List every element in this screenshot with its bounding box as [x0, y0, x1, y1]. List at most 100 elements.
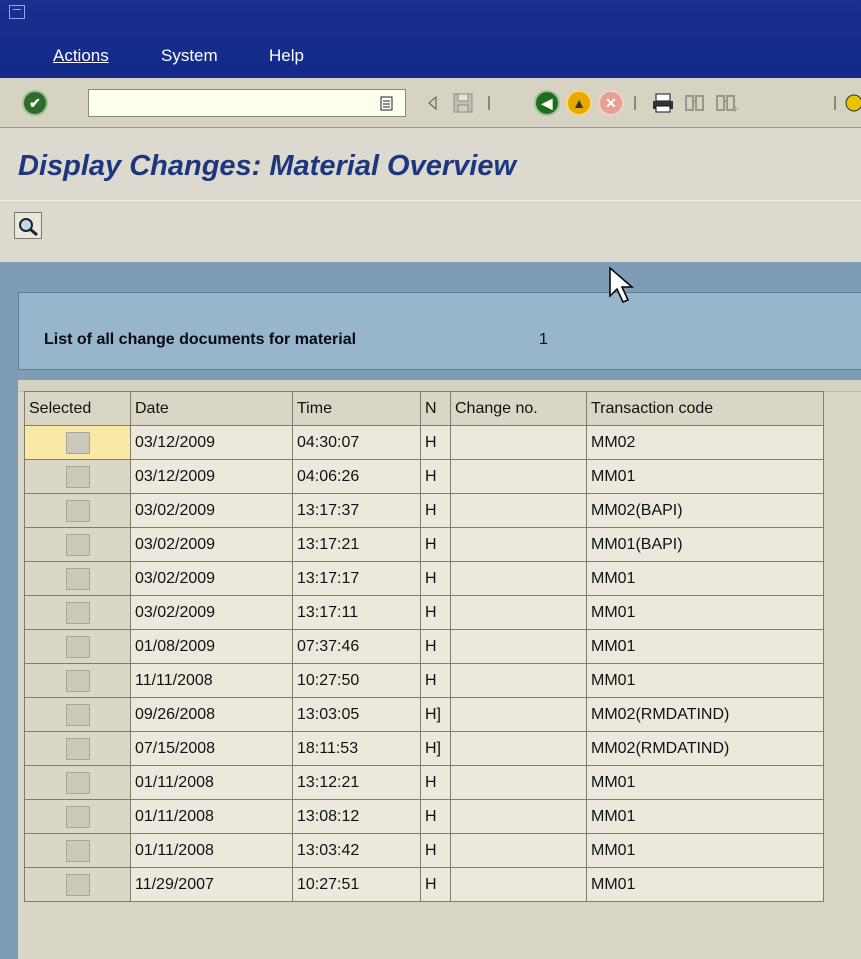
row-select-checkbox[interactable] [65, 635, 90, 658]
row-select-cell[interactable] [24, 867, 131, 902]
row-select-cell[interactable] [24, 663, 131, 698]
cell-time: 10:27:51 [292, 867, 421, 902]
col-header-label: Selected [29, 399, 92, 417]
row-select-checkbox[interactable] [65, 737, 90, 760]
col-header-label: Date [135, 399, 169, 417]
table-row[interactable]: 01/11/2008 13:12:21 H MM01 [24, 765, 824, 800]
cell-change-no [450, 765, 587, 800]
cell-time: 13:03:05 [292, 697, 421, 732]
cell-n: H [420, 493, 451, 528]
row-select-cell[interactable] [24, 731, 131, 766]
col-header-transaction-code[interactable]: Transaction code [586, 391, 824, 426]
cell-transaction-code: MM01 [586, 459, 824, 494]
toolbar-separator [834, 96, 836, 110]
menu-system[interactable]: System [161, 46, 218, 66]
display-button[interactable] [14, 212, 42, 239]
table-row[interactable]: 03/02/2009 13:17:37 H MM02(BAPI) [24, 493, 824, 528]
col-header-date[interactable]: Date [130, 391, 293, 426]
row-select-checkbox[interactable] [65, 805, 90, 828]
cell-time: 13:17:21 [292, 527, 421, 562]
table-row[interactable]: 03/02/2009 13:17:11 H MM01 [24, 595, 824, 630]
row-select-checkbox[interactable] [65, 669, 90, 692]
command-field[interactable] [88, 89, 406, 117]
row-select-cell[interactable] [24, 425, 131, 460]
table-row[interactable]: 03/12/2009 04:30:07 H MM02 [24, 425, 824, 460]
cell-n: H [420, 799, 451, 834]
table-row[interactable]: 11/11/2008 10:27:50 H MM01 [24, 663, 824, 698]
row-select-cell[interactable] [24, 459, 131, 494]
list-icon [380, 96, 393, 111]
row-select-checkbox[interactable] [65, 431, 90, 454]
row-select-checkbox[interactable] [65, 465, 90, 488]
first-page-button[interactable] [844, 88, 861, 118]
cell-transaction-code: MM01 [586, 629, 824, 664]
table-row[interactable]: 03/12/2009 04:06:26 H MM01 [24, 459, 824, 494]
row-select-cell[interactable] [24, 799, 131, 834]
cell-time: 13:03:42 [292, 833, 421, 868]
collapse-button[interactable] [418, 88, 448, 118]
cell-transaction-code: MM01 [586, 867, 824, 902]
row-select-checkbox[interactable] [65, 499, 90, 522]
table-row[interactable]: 03/02/2009 13:17:17 H MM01 [24, 561, 824, 596]
find-next-button[interactable]: + [712, 88, 742, 118]
table-row[interactable]: 09/26/2008 13:03:05 H] MM02(RMDATIND) [24, 697, 824, 732]
row-select-checkbox[interactable] [65, 873, 90, 896]
sap-gui-icon[interactable] [9, 5, 25, 19]
save-button[interactable] [448, 88, 478, 118]
svg-text:+: + [731, 104, 739, 113]
table-row[interactable]: 01/11/2008 13:03:42 H MM01 [24, 833, 824, 868]
menu-actions-label: Actions [53, 46, 109, 65]
menu-actions[interactable]: Actions [53, 46, 109, 66]
row-select-checkbox[interactable] [65, 839, 90, 862]
print-icon [653, 93, 673, 113]
cell-n: H [420, 663, 451, 698]
find-button[interactable] [680, 88, 710, 118]
exit-icon: ▲ [566, 90, 592, 116]
back-button[interactable]: ◀ [532, 88, 562, 118]
table-row[interactable]: 07/15/2008 18:11:53 H] MM02(RMDATIND) [24, 731, 824, 766]
row-select-checkbox[interactable] [65, 567, 90, 590]
row-select-cell[interactable] [24, 493, 131, 528]
row-select-checkbox[interactable] [65, 771, 90, 794]
cell-change-no [450, 867, 587, 902]
col-header-n[interactable]: N [420, 391, 451, 426]
row-select-cell[interactable] [24, 527, 131, 562]
row-select-cell[interactable] [24, 561, 131, 596]
table-row[interactable]: 11/29/2007 10:27:51 H MM01 [24, 867, 824, 902]
row-select-cell[interactable] [24, 629, 131, 664]
cancel-button[interactable]: ✕ [596, 88, 626, 118]
back-icon: ◀ [534, 90, 560, 116]
cell-change-no [450, 629, 587, 664]
cell-transaction-code: MM02 [586, 425, 824, 460]
col-header-selected[interactable]: Selected [24, 391, 131, 426]
command-history-button[interactable] [372, 89, 402, 119]
exit-button[interactable]: ▲ [564, 88, 594, 118]
print-button[interactable] [648, 88, 678, 118]
cell-time: 13:08:12 [292, 799, 421, 834]
row-select-checkbox[interactable] [65, 703, 90, 726]
table-row[interactable]: 03/02/2009 13:17:21 H MM01(BAPI) [24, 527, 824, 562]
menu-help[interactable]: Help [269, 46, 304, 66]
row-select-cell[interactable] [24, 595, 131, 630]
col-header-change-no[interactable]: Change no. [450, 391, 587, 426]
cell-n: H [420, 527, 451, 562]
cell-date: 03/02/2009 [130, 595, 293, 630]
row-select-checkbox[interactable] [65, 533, 90, 556]
cell-date: 03/12/2009 [130, 459, 293, 494]
row-select-cell[interactable] [24, 697, 131, 732]
col-header-label: Change no. [455, 399, 538, 417]
table-row[interactable]: 01/11/2008 13:08:12 H MM01 [24, 799, 824, 834]
table-row[interactable]: 01/08/2009 07:37:46 H MM01 [24, 629, 824, 664]
cell-transaction-code: MM02(RMDATIND) [586, 697, 824, 732]
cell-transaction-code: MM01 [586, 799, 824, 834]
cell-change-no [450, 527, 587, 562]
row-select-cell[interactable] [24, 833, 131, 868]
enter-button[interactable]: ✔ [20, 88, 50, 118]
cell-n: H [420, 867, 451, 902]
cell-change-no [450, 799, 587, 834]
row-select-checkbox[interactable] [65, 601, 90, 624]
col-header-label: Transaction code [591, 399, 714, 417]
cell-transaction-code: MM01 [586, 663, 824, 698]
row-select-cell[interactable] [24, 765, 131, 800]
col-header-time[interactable]: Time [292, 391, 421, 426]
